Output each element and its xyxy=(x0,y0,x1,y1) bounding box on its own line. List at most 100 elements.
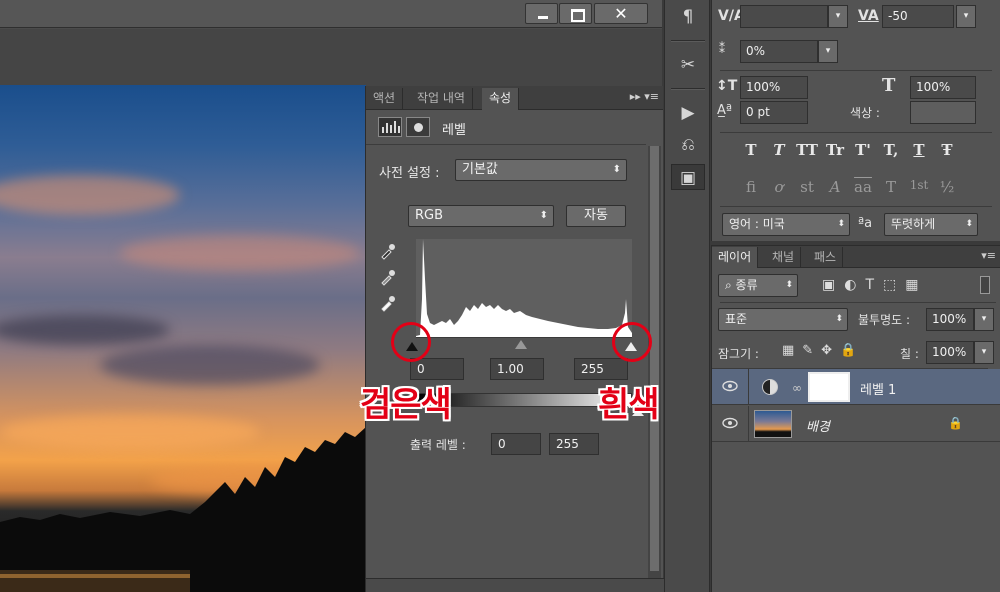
preset-label: 사전 설정 : xyxy=(379,166,440,181)
fill-dropdown-arrow[interactable]: ▾ xyxy=(974,341,994,364)
vertical-scale-field[interactable]: 100% xyxy=(740,76,808,99)
maximize-button[interactable] xyxy=(559,3,592,24)
preset-dropdown[interactable]: 기본값 ⬍ xyxy=(455,159,627,181)
black-annotation-label: 검은색 xyxy=(360,385,452,425)
tracking-dropdown-arrow[interactable]: ▾ xyxy=(956,5,976,28)
visibility-eye-icon[interactable] xyxy=(722,417,738,429)
color-swatch[interactable] xyxy=(910,101,976,124)
blend-mode-dropdown[interactable]: 표준 ⬍ xyxy=(718,308,848,331)
close-icon: ✕ xyxy=(614,4,628,23)
ordinals-button[interactable]: T xyxy=(878,178,904,196)
sunset-photo xyxy=(0,85,366,592)
lock-icons[interactable]: ▦✎✥🔒 xyxy=(782,343,864,358)
black-point-eyedropper-icon[interactable] xyxy=(379,242,397,260)
visibility-eye-icon[interactable] xyxy=(722,380,738,392)
dropdown-arrow-icon: ⬍ xyxy=(837,219,845,229)
white-point-highlight xyxy=(612,322,652,362)
vertical-scale-icon: ↕T xyxy=(716,78,738,94)
titling-alternates-button[interactable]: aa xyxy=(850,178,876,196)
color-label: 색상 : xyxy=(850,106,880,120)
subscript-button[interactable]: T, xyxy=(878,141,904,159)
language-dropdown[interactable]: 영어 : 미국 ⬍ xyxy=(722,213,850,236)
output-levels-label: 출력 레벨 : xyxy=(410,438,466,452)
layer-name[interactable]: 배경 xyxy=(806,416,830,435)
properties-scrollbar[interactable] xyxy=(648,146,661,586)
baseline-shift-icon: A̲ª xyxy=(717,103,733,118)
dropdown-arrow-icon: ⬍ xyxy=(965,219,973,229)
baseline-shift-field[interactable]: 0 pt xyxy=(740,101,808,124)
tab-layers[interactable]: 레이어 xyxy=(712,247,759,268)
fractions-button[interactable]: ½ xyxy=(934,178,960,196)
tsume-icon: ⁑ xyxy=(719,42,725,56)
swash-button[interactable]: A xyxy=(822,178,848,196)
minimize-button[interactable] xyxy=(525,3,558,24)
tsume-field[interactable]: 0% xyxy=(740,40,818,63)
document-titlebar: ✕ xyxy=(0,0,662,28)
stylistic-alternates-button[interactable]: st xyxy=(794,178,820,196)
close-button[interactable]: ✕ xyxy=(594,3,648,24)
ordinal-suffix-button[interactable]: 1st xyxy=(906,178,932,192)
discretionary-ligature-button[interactable]: ơ xyxy=(766,178,792,196)
layer-mask-thumbnail[interactable] xyxy=(808,372,850,402)
properties-tabbar: 액션 작업 내역 속성 ▸▸ ▾≡ xyxy=(366,86,663,110)
actions-play-icon[interactable]: ▶ xyxy=(671,100,705,126)
underline-button[interactable]: T xyxy=(906,141,932,159)
layer-mask-icon[interactable] xyxy=(406,117,430,137)
channel-dropdown[interactable]: RGB ⬍ xyxy=(408,205,554,227)
fill-label: 칠 : xyxy=(900,347,919,361)
filter-kind-dropdown[interactable]: ⌕ 종류 ⬍ xyxy=(718,274,798,297)
dropdown-arrow-icon: ⬍ xyxy=(612,164,621,175)
properties-icon[interactable]: ▣ xyxy=(671,164,705,190)
tsume-dropdown-arrow[interactable]: ▾ xyxy=(818,40,838,63)
auto-button[interactable]: 자동 xyxy=(566,205,626,227)
opacity-label: 불투명도 : xyxy=(858,313,911,327)
tab-properties[interactable]: 속성 xyxy=(482,88,520,110)
small-caps-button[interactable]: Tr xyxy=(822,141,848,159)
tracking-icon: VA xyxy=(858,8,879,24)
tracking-field[interactable]: -50 xyxy=(882,5,954,28)
layer-row-levels[interactable]: ∞ 레벨 1 xyxy=(712,369,1000,405)
output-white-field[interactable]: 255 xyxy=(549,433,599,455)
kerning-field[interactable] xyxy=(740,5,828,28)
strikethrough-button[interactable]: Ŧ xyxy=(934,141,960,159)
layer-name[interactable]: 레벨 1 xyxy=(860,379,896,398)
superscript-button[interactable]: T' xyxy=(850,141,876,159)
link-icon[interactable]: ∞ xyxy=(792,381,802,395)
tab-history[interactable]: 작업 내역 xyxy=(410,88,473,110)
ligature-button[interactable]: fi xyxy=(738,178,764,196)
tab-paths[interactable]: 패스 xyxy=(808,247,844,268)
tree-silhouette xyxy=(0,427,366,592)
panel-menu-icon[interactable]: ▾≡ xyxy=(981,249,996,262)
gamma-input-slider[interactable] xyxy=(515,340,527,349)
layer-row-background[interactable]: 배경 🔒 xyxy=(712,406,1000,442)
tab-channels[interactable]: 채널 xyxy=(766,247,802,268)
fill-field[interactable]: 100% xyxy=(926,341,974,364)
history-icon[interactable]: ⎌ xyxy=(671,132,705,158)
black-point-highlight xyxy=(391,322,431,362)
kerning-dropdown-arrow[interactable]: ▾ xyxy=(828,5,848,28)
tab-actions[interactable]: 액션 xyxy=(366,88,404,110)
paragraph-icon[interactable]: ¶ xyxy=(671,4,705,30)
background-thumbnail[interactable] xyxy=(754,410,792,438)
opacity-dropdown-arrow[interactable]: ▾ xyxy=(974,308,994,331)
gray-point-eyedropper-icon[interactable] xyxy=(379,268,397,286)
white-annotation-label: 흰색 xyxy=(598,385,660,425)
faux-italic-button[interactable]: T xyxy=(766,141,792,159)
layers-tabbar: 레이어 채널 패스 ▾≡ xyxy=(712,246,1000,268)
opacity-field[interactable]: 100% xyxy=(926,308,974,331)
filter-icons[interactable]: ▣◐T⬚▦ xyxy=(822,277,927,293)
filter-toggle[interactable] xyxy=(980,276,990,294)
levels-adjustment-icon[interactable] xyxy=(378,117,402,137)
input-gamma-field[interactable]: 1.00 xyxy=(490,358,544,380)
horizontal-scale-field[interactable]: 100% xyxy=(910,76,976,99)
dropdown-arrow-icon: ⬍ xyxy=(785,280,793,290)
output-black-field[interactable]: 0 xyxy=(491,433,541,455)
properties-bottom-bar xyxy=(366,578,664,592)
all-caps-button[interactable]: TT xyxy=(794,141,820,159)
faux-bold-button[interactable]: T xyxy=(738,141,764,159)
white-point-eyedropper-icon[interactable] xyxy=(379,294,397,312)
tools-preset-icon[interactable]: ✂ xyxy=(671,52,705,78)
search-icon: ⌕ xyxy=(725,278,736,292)
antialias-dropdown[interactable]: 뚜렷하게 ⬍ xyxy=(884,213,978,236)
panel-menu-icon[interactable]: ▸▸ ▾≡ xyxy=(630,90,659,103)
